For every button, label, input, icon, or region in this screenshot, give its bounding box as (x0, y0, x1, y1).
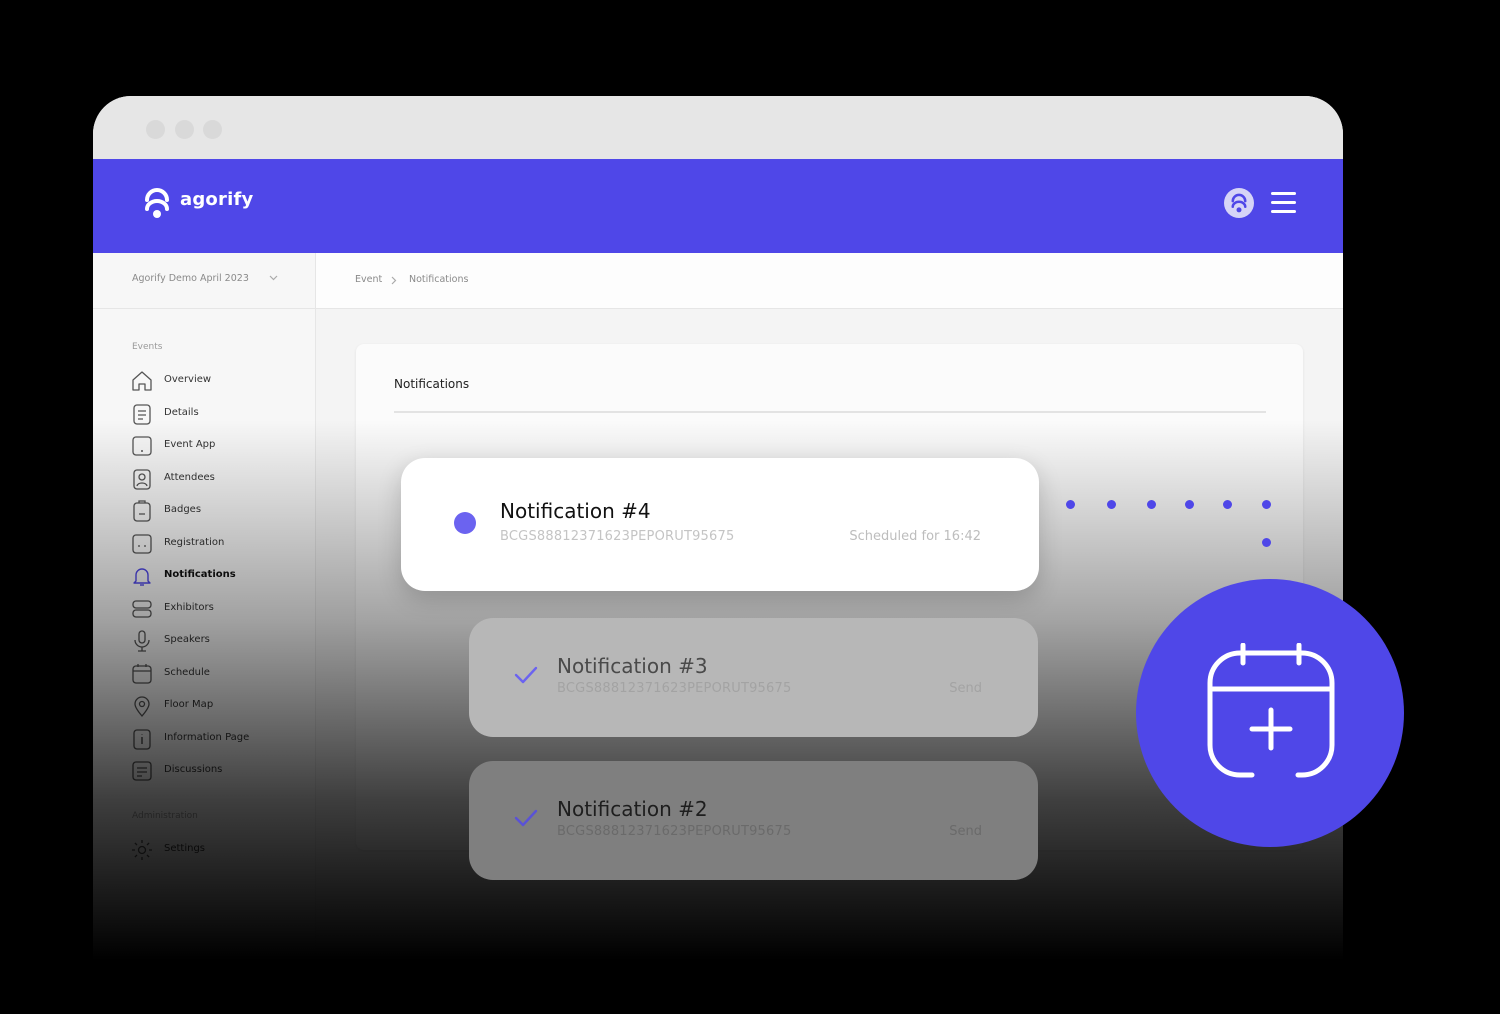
add-to-calendar-button[interactable] (1136, 579, 1404, 847)
window-titlebar (93, 96, 1343, 159)
check-icon (514, 666, 538, 684)
window-minimize-dot[interactable] (175, 120, 194, 139)
breadcrumb-event[interactable]: Event (355, 274, 382, 285)
tablet-icon (132, 436, 152, 456)
sidebar-item-label: Event App (164, 439, 216, 450)
sidebar-item-label: Exhibitors (164, 602, 214, 613)
sidebar-item-label: Badges (164, 504, 202, 515)
sidebar-item-notifications[interactable]: Notifications (130, 562, 305, 590)
decorative-dot (1066, 500, 1075, 509)
decorative-dot (1107, 500, 1116, 509)
sidebar-item-details[interactable]: Details (130, 400, 305, 428)
badge-icon (133, 500, 151, 522)
sidebar-item-label: Discussions (164, 764, 223, 775)
sidebar: Agorify Demo April 2023 Events Overview … (93, 253, 316, 1014)
sidebar-item-label: Schedule (164, 667, 210, 678)
sidebar-item-floor-map[interactable]: Floor Map (130, 692, 305, 720)
bell-icon (133, 568, 151, 586)
notification-card-4[interactable]: Notification #4 BCGS88812371623PEPORUT95… (401, 458, 1039, 591)
notification-code: BCGS88812371623PEPORUT95675 (500, 529, 735, 544)
sidebar-item-label: Notifications (164, 569, 236, 580)
breadcrumb-notifications: Notifications (409, 274, 469, 285)
decorative-dot (1262, 538, 1271, 547)
sidebar-item-label: Information Page (164, 732, 250, 743)
sidebar-item-discussions[interactable]: Discussions (130, 757, 305, 785)
notification-status: Send (949, 681, 982, 696)
sidebar-item-label: Overview (164, 374, 212, 385)
notification-title: Notification #3 (557, 654, 708, 678)
notification-card-3[interactable]: Notification #3 BCGS88812371623PEPORUT95… (469, 618, 1038, 737)
sidebar-item-label: Floor Map (164, 699, 214, 710)
sidebar-section-events: Events (132, 342, 163, 352)
breadcrumb: Event Notifications (316, 253, 1343, 309)
decorative-dot (1262, 500, 1271, 509)
decorative-dot (1185, 500, 1194, 509)
document-icon (133, 404, 151, 425)
notification-code: BCGS88812371623PEPORUT95675 (557, 824, 792, 839)
agorify-logo-icon (145, 188, 169, 218)
agorify-logo-icon (1231, 193, 1247, 213)
notification-status: Scheduled for 16:42 (849, 529, 981, 544)
chevron-down-icon (269, 275, 278, 281)
sidebar-item-event-app[interactable]: Event App (130, 432, 305, 460)
event-selector[interactable]: Agorify Demo April 2023 (93, 253, 315, 309)
user-avatar[interactable] (1224, 188, 1254, 218)
sidebar-item-label: Details (164, 407, 199, 418)
sidebar-item-label: Settings (164, 843, 206, 854)
window-close-dot[interactable] (146, 120, 165, 139)
sidebar-item-label: Attendees (164, 472, 215, 483)
calendar-icon (132, 664, 152, 684)
microphone-icon (134, 630, 150, 652)
sidebar-item-attendees[interactable]: Attendees (130, 465, 305, 493)
stack-icon (132, 600, 152, 618)
decorative-dot (1223, 500, 1232, 509)
info-page-icon (133, 729, 151, 750)
brand-name[interactable]: agorify (180, 189, 253, 210)
calendar-add-icon (1207, 643, 1335, 778)
window-maximize-dot[interactable] (203, 120, 222, 139)
sidebar-item-information-page[interactable]: Information Page (130, 725, 305, 753)
user-badge-icon (133, 469, 151, 490)
panel-divider (394, 411, 1266, 413)
notification-code: BCGS88812371623PEPORUT95675 (557, 681, 792, 696)
sidebar-item-label: Registration (164, 537, 225, 548)
sidebar-item-exhibitors[interactable]: Exhibitors (130, 595, 305, 623)
sidebar-item-label: Speakers (164, 634, 210, 645)
sidebar-item-badges[interactable]: Badges (130, 497, 305, 525)
gear-icon (132, 840, 152, 860)
event-selector-value: Agorify Demo April 2023 (132, 273, 249, 284)
chevron-right-icon (391, 276, 397, 285)
sidebar-item-speakers[interactable]: Speakers (130, 627, 305, 655)
notification-title: Notification #4 (500, 499, 651, 523)
sidebar-section-administration: Administration (132, 811, 198, 821)
sidebar-item-registration[interactable]: Registration (130, 530, 305, 558)
sidebar-item-settings[interactable]: Settings (130, 836, 305, 864)
check-icon (514, 809, 538, 827)
app-header: agorify (93, 159, 1343, 253)
notification-title: Notification #2 (557, 797, 708, 821)
scheduled-status-dot (454, 512, 476, 534)
decorative-dot (1147, 500, 1156, 509)
registration-icon (132, 534, 152, 554)
chat-icon (132, 761, 152, 781)
sidebar-item-overview[interactable]: Overview (130, 367, 305, 395)
home-icon (132, 371, 152, 391)
notification-card-2[interactable]: Notification #2 BCGS88812371623PEPORUT95… (469, 761, 1038, 880)
notification-status: Send (949, 824, 982, 839)
panel-title: Notifications (394, 377, 470, 391)
map-pin-icon (134, 696, 150, 717)
sidebar-item-schedule[interactable]: Schedule (130, 660, 305, 688)
hamburger-menu-icon[interactable] (1271, 192, 1296, 213)
